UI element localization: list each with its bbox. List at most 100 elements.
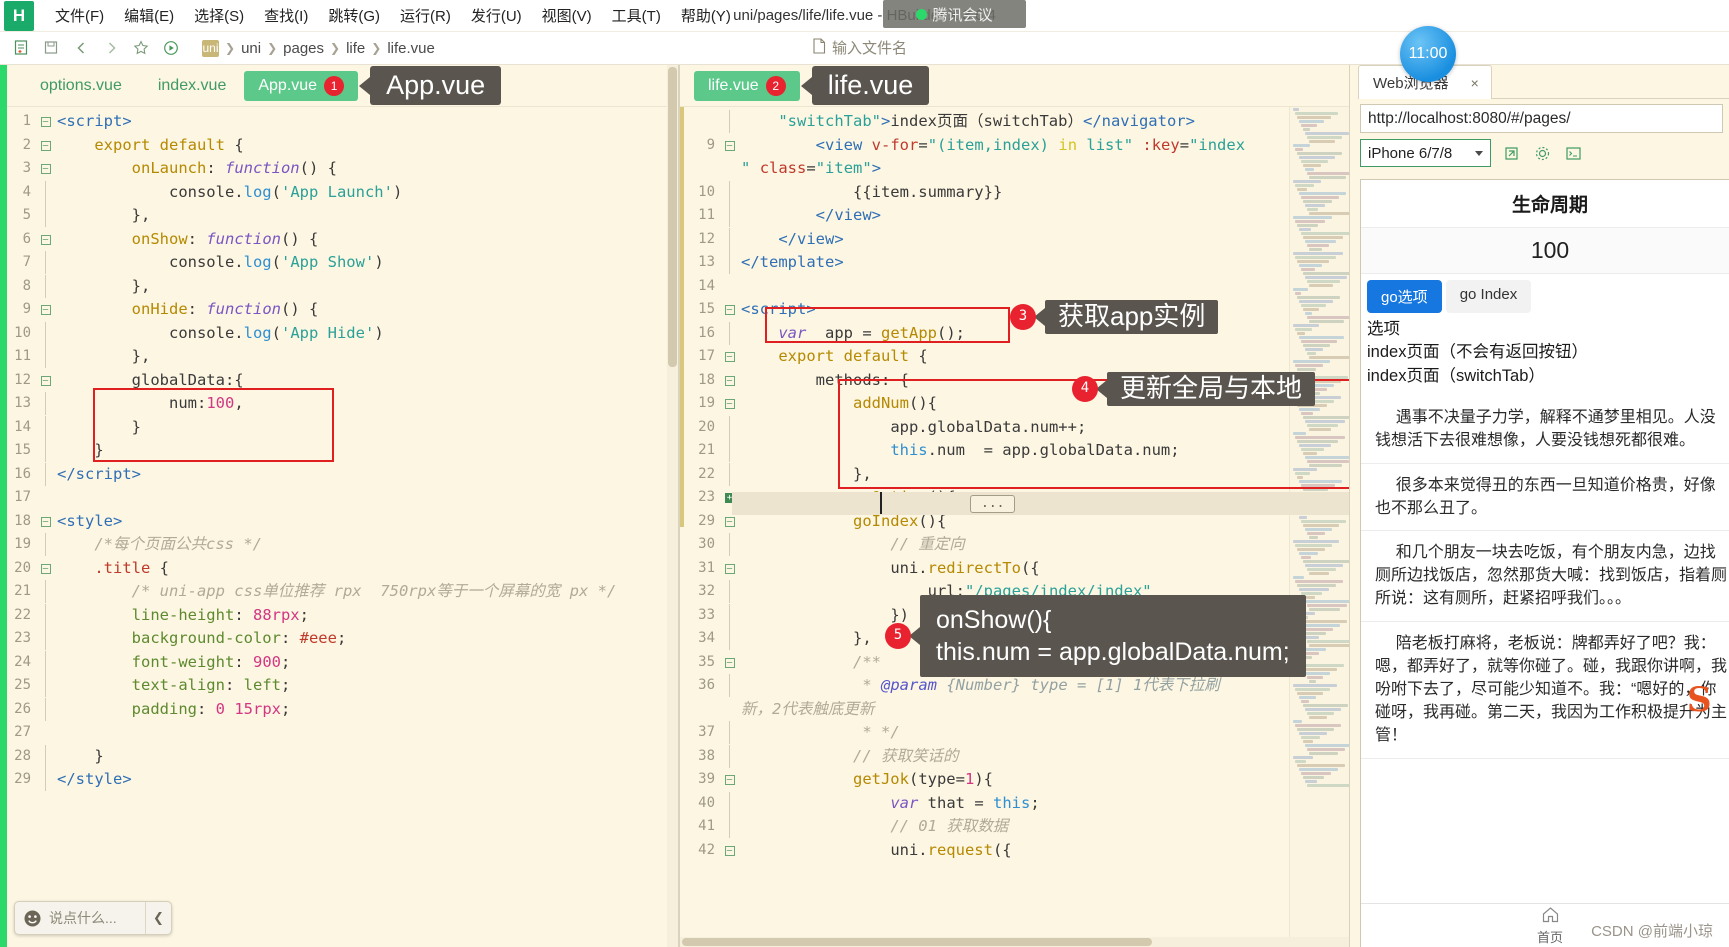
left-scroll-thumb[interactable] [668,67,677,367]
chat-input[interactable]: 说点什么... [49,908,145,928]
code-line[interactable]: 21 /* uni-app css单位推荐 rpx 750rpx等于一个屏幕的宽… [0,580,678,604]
fold-marker-icon[interactable] [722,251,737,275]
fold-marker-icon[interactable] [38,486,53,510]
fold-marker-icon[interactable] [38,721,53,745]
go-index-button[interactable]: go Index [1446,280,1532,313]
code-line[interactable]: 15 } [0,439,678,463]
fold-marker-icon[interactable] [722,745,737,769]
device-select[interactable]: iPhone 6/7/8 [1360,139,1491,167]
code-line[interactable]: 9– <view v-for="(item,index) in list" :k… [684,134,1349,158]
fold-marker-icon[interactable] [38,392,53,416]
fold-marker-icon[interactable] [38,533,53,557]
fold-marker-icon[interactable] [722,604,737,628]
code-line[interactable]: 28 } [0,745,678,769]
code-line[interactable]: 2– export default { [0,134,678,158]
code-line[interactable]: 25 text-align: left; [0,674,678,698]
code-line[interactable]: 新，2代表触底更新 [684,698,1349,722]
fold-marker-icon[interactable] [38,463,53,487]
close-icon[interactable]: × [1471,75,1479,91]
menu-item-edit[interactable]: 编辑(E) [115,1,183,30]
tab-options-vue[interactable]: options.vue [22,71,140,101]
settings-gear-icon[interactable] [1531,142,1553,164]
breadcrumb-item-file[interactable]: life.vue [387,40,435,57]
filename-input[interactable]: 输入文件名 [832,37,907,58]
phone-link-index-st[interactable]: index页面（switchTab） [1367,365,1729,388]
code-line[interactable]: " class="item"> [684,157,1349,181]
code-line[interactable]: 1–<script> [0,110,678,134]
fold-marker-icon[interactable] [722,322,737,346]
fold-marker-icon[interactable] [722,204,737,228]
fold-marker-icon[interactable]: – [722,557,737,581]
fold-marker-icon[interactable] [38,345,53,369]
fold-marker-icon[interactable] [722,110,737,134]
fold-marker-icon[interactable] [722,792,737,816]
fold-marker-icon[interactable]: – [38,110,53,134]
fold-marker-icon[interactable] [38,439,53,463]
fold-marker-icon[interactable]: – [722,839,737,863]
fold-marker-icon[interactable] [38,275,53,299]
code-line[interactable]: 8 }, [0,275,678,299]
fold-marker-icon[interactable] [722,698,737,722]
breadcrumb-item-pages[interactable]: pages [283,40,324,57]
code-line[interactable]: 23 background-color: #eee; [0,627,678,651]
back-icon[interactable] [66,35,96,61]
go-option-button[interactable]: go选项 [1367,280,1442,313]
code-line[interactable]: 11 </view> [684,204,1349,228]
fold-marker-icon[interactable] [722,416,737,440]
folded-code-placeholder[interactable]: ... [970,495,1015,513]
code-line[interactable]: 39– getJok(type=1){ [684,768,1349,792]
code-line[interactable]: 12– globalData:{ [0,369,678,393]
code-line[interactable]: "switchTab">index页面（switchTab）</navigato… [684,110,1349,134]
fold-marker-icon[interactable]: – [38,157,53,181]
phone-link-index-nb[interactable]: index页面（不会有返回按钮） [1367,341,1729,364]
code-line[interactable]: 11 }, [0,345,678,369]
mid-hscroll-thumb[interactable] [682,938,1152,946]
fold-marker-icon[interactable]: – [38,134,53,158]
menu-item-file[interactable]: 文件(F) [46,1,113,30]
menu-item-goto[interactable]: 跳转(G) [319,1,389,30]
code-line[interactable]: 29</style> [0,768,678,792]
code-line[interactable]: 41 // 01 获取数据 [684,815,1349,839]
breadcrumb-item-life[interactable]: life [346,40,365,57]
code-line[interactable]: 17 [0,486,678,510]
menu-item-view[interactable]: 视图(V) [533,1,601,30]
favorite-star-icon[interactable] [126,35,156,61]
fold-marker-icon[interactable] [722,275,737,299]
url-input[interactable]: http://localhost:8080/#/pages/ [1360,104,1723,133]
menu-item-publish[interactable]: 发行(U) [462,1,531,30]
code-line[interactable]: 27 [0,721,678,745]
fold-marker-icon[interactable] [38,604,53,628]
fold-marker-icon[interactable] [722,721,737,745]
fold-marker-icon[interactable] [38,322,53,346]
tab-app-vue[interactable]: App.vue1 [244,71,358,101]
fold-marker-icon[interactable] [722,157,737,181]
menu-item-tools[interactable]: 工具(T) [603,1,670,30]
code-line[interactable]: 31– uni.redirectTo({ [684,557,1349,581]
fold-marker-icon[interactable] [38,181,53,205]
fold-marker-icon[interactable]: – [38,228,53,252]
code-line[interactable]: 42– uni.request({ [684,839,1349,863]
fold-marker-icon[interactable]: – [722,768,737,792]
fold-marker-icon[interactable]: – [38,557,53,581]
fold-marker-icon[interactable]: – [722,134,737,158]
code-line[interactable]: 4 console.log('App Launch') [0,181,678,205]
fold-marker-icon[interactable] [38,698,53,722]
fold-marker-icon[interactable] [38,651,53,675]
phone-preview[interactable]: 生命周期 100 go选项 go Index 选项 index页面（不会有返回按… [1360,179,1729,947]
fold-marker-icon[interactable] [722,463,737,487]
code-line[interactable]: 30 // 重定向 [684,533,1349,557]
mid-horizontal-scrollbar[interactable] [680,937,1349,947]
run-icon[interactable] [156,35,186,61]
code-line[interactable]: 5 }, [0,204,678,228]
fold-marker-icon[interactable]: – [722,651,737,675]
fold-marker-icon[interactable]: – [722,369,737,393]
code-line[interactable]: 17– export default { [684,345,1349,369]
menu-item-find[interactable]: 查找(I) [255,1,317,30]
code-line[interactable]: 18–<style> [0,510,678,534]
fold-marker-icon[interactable] [722,674,737,698]
tencent-meeting-overlay[interactable]: 腾讯会议 [883,0,1026,28]
fold-marker-icon[interactable] [38,416,53,440]
left-code-area[interactable]: 1–<script>2– export default {3– onLaunch… [0,107,678,947]
phone-link-option[interactable]: 选项 [1367,318,1729,341]
code-line[interactable]: 21 this.num = app.globalData.num; [684,439,1349,463]
